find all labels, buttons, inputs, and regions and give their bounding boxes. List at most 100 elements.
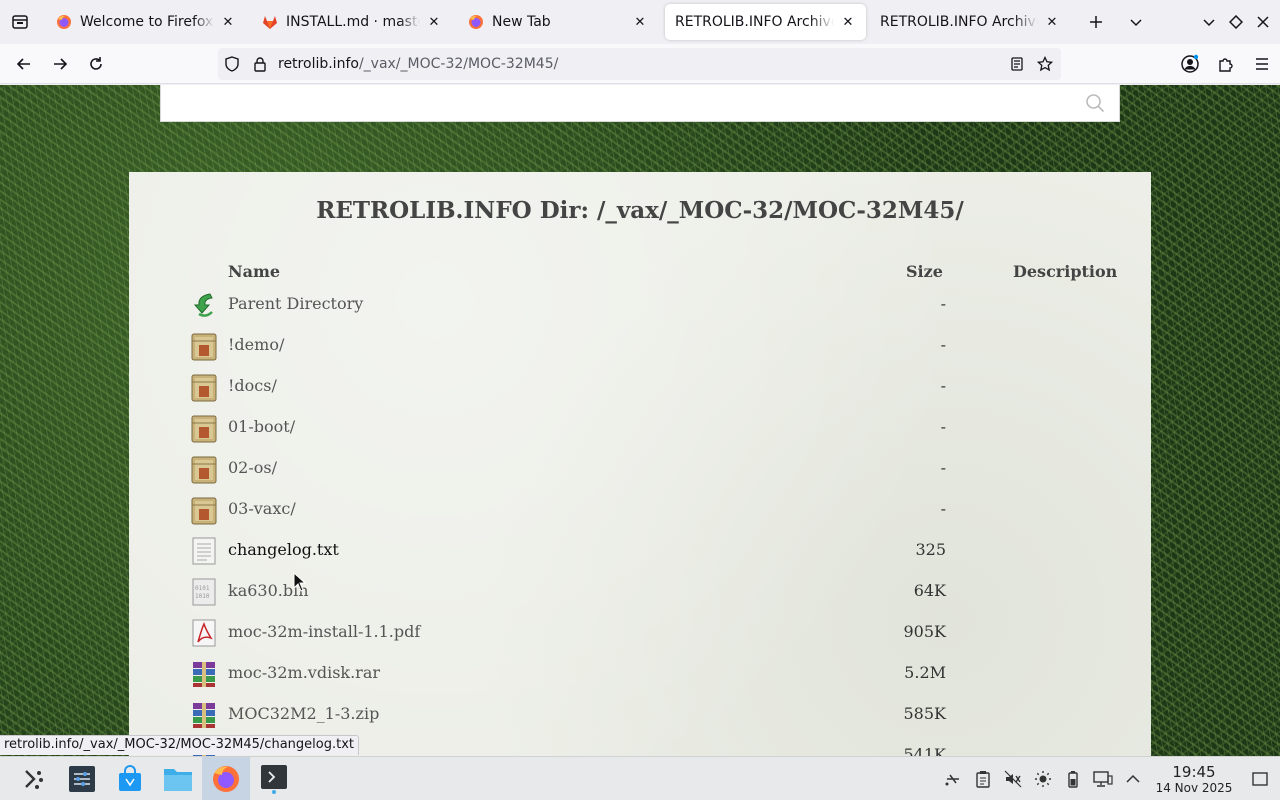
row-size: 541K [903,745,947,756]
tray-clipboard[interactable] [968,757,998,800]
row-size: - [940,499,946,518]
folder-icon [191,374,217,402]
table-row[interactable]: moc-32m.vdisk.rar 5.2M [129,659,1151,700]
table-row[interactable]: Parent Directory - [129,290,1151,331]
page-title: RETROLIB.INFO Dir: /_vax/_MOC-32/MOC-32M… [316,197,964,224]
show-desktop-button[interactable] [1240,757,1280,800]
taskbar-clock[interactable]: 19:45 14 Nov 2025 [1148,763,1240,795]
bookmark-button[interactable] [1031,56,1059,72]
row-name-link[interactable]: changelog.txt [228,540,339,559]
taskbar-terminal[interactable] [250,757,298,800]
clock-time: 19:45 [1172,763,1216,781]
page-viewport: RETROLIB.INFO Dir: /_vax/_MOC-32/MOC-32M… [0,85,1280,756]
kde-connect-icon [945,774,959,786]
account-button[interactable] [1172,48,1208,80]
close-tab-icon[interactable]: ✕ [1044,14,1060,30]
star-icon [1037,56,1053,72]
list-all-tabs-button[interactable] [1120,4,1152,40]
svg-text:1010: 1010 [195,593,210,600]
url-bar[interactable]: retrolib.info/_vax/_MOC-32/MOC-32M45/ [218,48,1061,80]
column-header-name[interactable]: Name [228,262,280,281]
tray-network[interactable] [1088,757,1118,800]
row-size: - [940,417,946,436]
lock-icon [254,57,266,72]
tab-welcome[interactable]: Welcome to Firefox ✕ [46,4,246,40]
tracking-protection-icon[interactable] [218,56,246,72]
app-launcher-button[interactable] [10,757,58,800]
close-tab-icon[interactable]: ✕ [840,14,856,30]
shield-icon [225,56,239,72]
firefox-view-button[interactable] [0,0,40,44]
app-menu-button[interactable] [1244,48,1280,80]
hamburger-menu-icon [1256,58,1268,70]
close-tab-icon[interactable]: ✕ [426,14,442,30]
tray-volume[interactable] [998,757,1028,800]
tray-expand[interactable] [1118,757,1148,800]
tray-kde-connect[interactable] [938,757,968,800]
window-close-button[interactable] [1247,4,1279,40]
firefox-icon [469,15,483,29]
puzzle-icon [1219,58,1233,72]
clipboard-icon [976,771,990,788]
table-row[interactable]: !docs/ - [129,372,1151,413]
column-header-description[interactable]: Description [1013,262,1117,281]
network-wired-icon [1093,771,1113,787]
sun-icon [1035,771,1051,787]
row-name-link[interactable]: moc-32m-install-1.1.pdf [228,622,420,641]
column-header-size[interactable]: Size [906,262,943,281]
tab-retrolib-active[interactable]: RETROLIB.INFO Archive MA ✕ [665,4,866,40]
row-size: - [940,335,946,354]
row-name-link[interactable]: MOC32M2_1-3.zip [228,704,379,723]
app-launcher-icon [25,769,43,789]
back-button[interactable] [6,48,42,80]
table-row[interactable]: moc-32m-install-1.1.pdf 905K [129,618,1151,659]
taskbar-file-manager[interactable] [154,757,202,800]
forward-button[interactable] [42,48,78,80]
taskbar-discover-store[interactable] [106,757,154,800]
close-tab-icon[interactable]: ✕ [220,14,236,30]
row-name-link[interactable]: 03-vaxc/ [228,499,296,518]
account-icon [1181,54,1199,73]
firefox-icon [57,15,71,29]
link-status-tooltip: retrolib.info/_vax/_MOC-32/MOC-32M45/cha… [0,735,359,755]
table-row[interactable]: 03-vaxc/ - [129,495,1151,536]
taskbar-firefox[interactable] [202,756,250,800]
tab-install-md[interactable]: INSTALL.md · master · v ✕ [252,4,452,40]
row-name-link[interactable]: 01-boot/ [228,417,295,436]
folder-icon [191,333,217,361]
row-size: - [940,458,946,477]
tray-battery[interactable] [1058,757,1088,800]
folder-icon [191,497,217,525]
row-name-link[interactable]: moc-32m.vdisk.rar [228,663,380,682]
table-row[interactable]: !demo/ - [129,331,1151,372]
navigation-toolbar: retrolib.info/_vax/_MOC-32/MOC-32M45/ [0,44,1280,84]
search-icon[interactable] [1085,93,1105,117]
tab-new-tab[interactable]: New Tab ✕ [458,4,658,40]
table-row[interactable]: 02-os/ - [129,454,1151,495]
site-info-icon[interactable] [246,56,274,72]
table-row[interactable]: 01-boot/ - [129,413,1151,454]
new-tab-button[interactable] [1080,4,1112,40]
folder-icon [164,768,192,791]
close-tab-icon[interactable]: ✕ [632,14,648,30]
row-size: - [940,294,946,313]
chevron-up-icon [1126,774,1140,783]
table-row[interactable]: changelog.txt 325 [129,536,1151,577]
row-name-link[interactable]: 02-os/ [228,458,277,477]
reader-view-button[interactable] [1003,56,1031,72]
row-name-link[interactable]: Parent Directory [228,294,363,313]
tab-retrolib-2[interactable]: RETROLIB.INFO Archive MA ✕ [870,4,1070,40]
url-text[interactable]: retrolib.info/_vax/_MOC-32/MOC-32M45/ [278,56,558,72]
row-name-link[interactable]: !demo/ [228,335,284,354]
site-search-input[interactable] [160,85,1120,122]
taskbar-system-settings[interactable] [58,757,106,800]
arrow-left-icon [16,57,30,70]
tab-label: New Tab [492,14,551,30]
extensions-button[interactable] [1208,48,1244,80]
row-name-link[interactable]: !docs/ [228,376,277,395]
table-row[interactable]: 0101 1010 ka630.bin 64K [129,577,1151,618]
system-taskbar: 19:45 14 Nov 2025 [0,756,1280,800]
folder-icon [191,415,217,443]
reload-button[interactable] [78,48,114,80]
tray-brightness[interactable] [1028,757,1058,800]
